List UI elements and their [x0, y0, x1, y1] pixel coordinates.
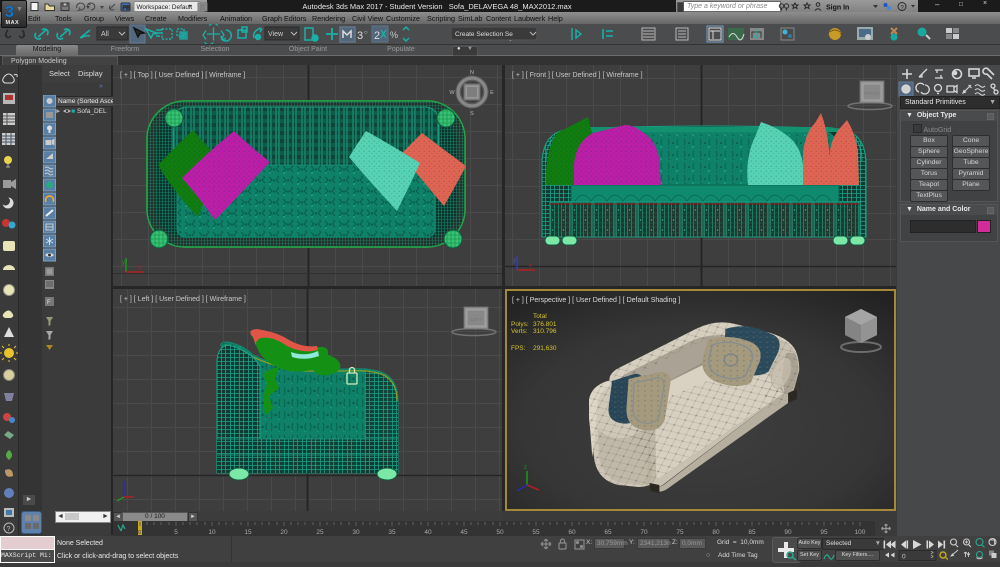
svg-text:FPS:: FPS:: [511, 345, 526, 352]
svg-text:W: W: [449, 90, 455, 96]
svg-text:15: 15: [244, 529, 252, 536]
svg-text:20: 20: [280, 529, 288, 536]
svg-text:Polys:: Polys:: [511, 321, 529, 328]
svg-text:[ + ] [ Top ] [ User Defined ]: [ + ] [ Top ] [ User Defined ] [ Wirefra…: [120, 72, 245, 79]
svg-text:All: All: [101, 31, 109, 38]
svg-text:10: 10: [208, 529, 216, 536]
svg-text:50: 50: [496, 529, 504, 536]
svg-text:291,630: 291,630: [533, 345, 557, 352]
svg-text:5: 5: [174, 529, 178, 536]
svg-text:S: S: [470, 111, 474, 117]
svg-text:310.796: 310.796: [533, 328, 557, 335]
svg-text:Verts:: Verts:: [511, 328, 528, 335]
svg-text:Workspace: Default: Workspace: Default: [137, 4, 193, 11]
svg-text:x: x: [138, 265, 141, 271]
svg-text:y: y: [513, 258, 516, 264]
svg-text:Sign In: Sign In: [826, 5, 849, 12]
svg-text:100: 100: [855, 529, 866, 536]
svg-text:y: y: [122, 260, 125, 266]
svg-text:85: 85: [748, 529, 756, 536]
svg-text:Create Selection Se: Create Selection Se: [455, 31, 513, 38]
svg-text:90: 90: [784, 529, 792, 536]
svg-text:MAX: MAX: [6, 20, 20, 26]
svg-text:3: 3: [5, 4, 14, 21]
svg-text:65: 65: [604, 529, 612, 536]
svg-text:View: View: [268, 31, 284, 38]
svg-text:FRONT: FRONT: [864, 91, 880, 96]
svg-text:2: 2: [374, 30, 380, 42]
svg-text:0: 0: [902, 554, 906, 561]
svg-text:25: 25: [316, 529, 324, 536]
svg-text:3: 3: [357, 30, 363, 42]
svg-text:PB: PB: [123, 6, 131, 12]
svg-text:N: N: [470, 70, 474, 76]
svg-text:Total: Total: [533, 313, 547, 320]
svg-text:35: 35: [388, 529, 396, 536]
svg-text:F: F: [47, 300, 51, 306]
svg-text:30: 30: [352, 529, 360, 536]
svg-text:E: E: [490, 90, 494, 96]
svg-text:?: ?: [900, 4, 904, 11]
svg-text:60: 60: [568, 529, 576, 536]
svg-text:%: %: [390, 30, 398, 40]
svg-text:[ + ] [ Perspective ] [ User D: [ + ] [ Perspective ] [ User Defined ] […: [512, 297, 680, 304]
svg-text:z: z: [524, 465, 527, 471]
svg-text:LEFT: LEFT: [470, 317, 481, 322]
svg-text:▼: ▼: [16, 6, 23, 13]
svg-text:376.801: 376.801: [533, 321, 557, 328]
svg-text:○: ○: [364, 30, 368, 36]
svg-text:[ + ] [ Front ] [ User Defined: [ + ] [ Front ] [ User Defined ] [ Wiref…: [512, 72, 643, 79]
svg-text:95: 95: [820, 529, 828, 536]
svg-text:80: 80: [712, 529, 720, 536]
svg-text:55: 55: [532, 529, 540, 536]
svg-text:[ + ] [ Left ] [ User Defined: [ + ] [ Left ] [ User Defined ] [ Wirefr…: [120, 296, 246, 303]
svg-text:45: 45: [460, 529, 468, 536]
svg-text:75: 75: [676, 529, 684, 536]
svg-text:70: 70: [640, 529, 648, 536]
svg-text:40: 40: [424, 529, 432, 536]
svg-text:?: ?: [7, 526, 11, 533]
svg-text:x: x: [529, 263, 532, 269]
